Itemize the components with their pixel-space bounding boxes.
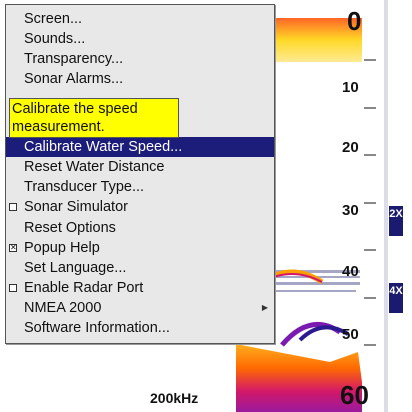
help-text-line2: measurement.: [12, 119, 105, 135]
menu-item-calibrate-water-speed[interactable]: Calibrate Water Speed...: [6, 137, 274, 157]
menu-item-transducer-type[interactable]: Transducer Type...: [6, 177, 274, 197]
options-menu: Screen... Sounds... Transparency... Sonar A…: [5, 4, 275, 344]
menu-item-reset-water-distance[interactable]: Reset Water Distance: [6, 157, 274, 177]
depth-scale-background: [362, 0, 384, 412]
menu-item-label: Calibrate Water Speed...: [24, 139, 183, 155]
menu-item-reset-options[interactable]: Reset Options: [6, 218, 274, 238]
menu-item-enable-radar-port[interactable]: Enable Radar Port: [6, 278, 274, 298]
menu-item-label: Transparency...: [24, 51, 124, 67]
depth-label-bottom: 60: [340, 380, 369, 410]
menu-item-label: Reset Water Distance: [24, 159, 165, 175]
depth-label-20: 20: [342, 139, 359, 156]
help-text-line1: Calibrate the speed: [12, 101, 138, 117]
submenu-arrow-icon: ▶: [261, 303, 268, 312]
sonar-screen: 0 10 20 30 40 50 60 2X 4X 200kHz Screen.…: [0, 0, 412, 412]
menu-item-screen[interactable]: Screen...: [6, 9, 274, 29]
menu-item-label: Transducer Type...: [24, 179, 145, 195]
checkbox-unchecked-icon[interactable]: [9, 284, 17, 292]
zoom-2x-indicator[interactable]: 2X: [389, 206, 403, 236]
depth-label-top: 0: [347, 6, 362, 36]
menu-item-label: Sounds...: [24, 31, 86, 47]
frequency-label: 200kHz: [150, 390, 199, 406]
menu-item-sonar-alarms[interactable]: Sonar Alarms...: [6, 69, 274, 89]
checkbox-unchecked-icon[interactable]: [9, 203, 17, 211]
menu-item-label: Enable Radar Port: [24, 280, 144, 296]
menu-item-label: Software Information...: [24, 320, 170, 336]
depth-label-30: 30: [342, 202, 359, 219]
depth-label-40: 40: [342, 263, 359, 280]
scale-edge: [384, 0, 388, 412]
menu-item-label: Set Language...: [24, 260, 127, 276]
menu-item-sounds[interactable]: Sounds...: [6, 29, 274, 49]
menu-item-software-information[interactable]: Software Information...: [6, 318, 274, 338]
menu-item-label: Sonar Simulator: [24, 199, 128, 215]
menu-item-sonar-simulator[interactable]: Sonar Simulator: [6, 197, 274, 217]
menu-item-nmea-2000[interactable]: NMEA 2000 ▶: [6, 298, 274, 318]
zoom-4x-indicator[interactable]: 4X: [389, 283, 403, 313]
menu-item-transparency[interactable]: Transparency...: [6, 49, 274, 69]
menu-item-label: Popup Help: [24, 240, 100, 256]
menu-item-label: Reset Options: [24, 220, 116, 236]
menu-item-label: NMEA 2000: [24, 300, 102, 316]
menu-item-set-language[interactable]: Set Language...: [6, 258, 274, 278]
checkbox-checked-icon[interactable]: ✕: [9, 244, 17, 252]
menu-item-label: Sonar Alarms...: [24, 71, 124, 87]
menu-item-popup-help[interactable]: ✕ Popup Help: [6, 238, 274, 258]
menu-item-label: Screen...: [24, 11, 83, 27]
depth-label-50: 50: [342, 326, 359, 343]
popup-help-tooltip: Calibrate the speed measurement.: [9, 98, 179, 138]
depth-label-10: 10: [342, 79, 359, 96]
